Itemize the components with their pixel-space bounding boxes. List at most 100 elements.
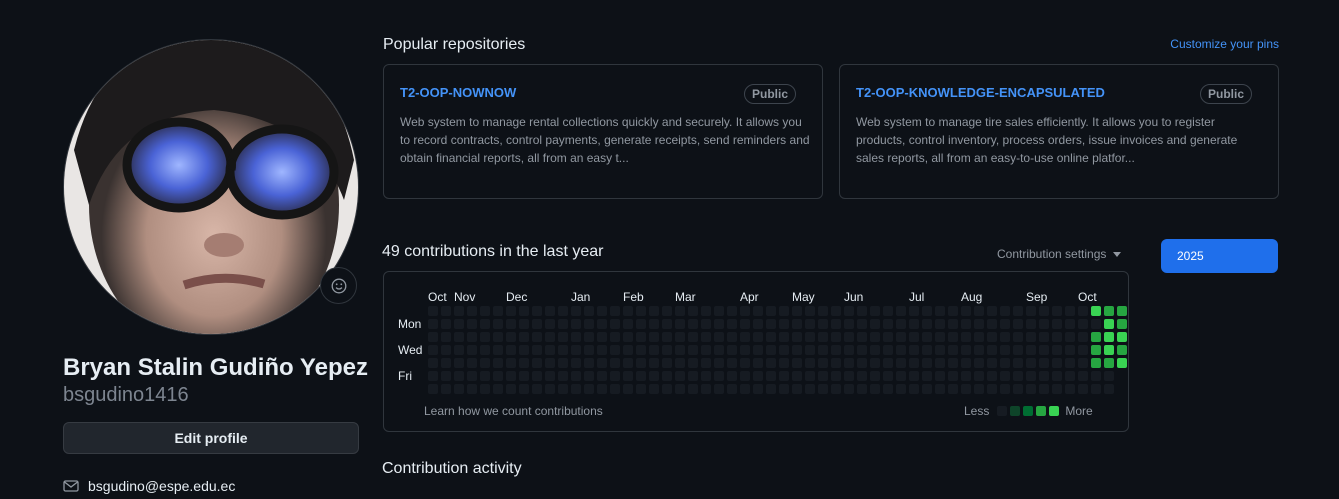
- contribution-day-cell[interactable]: [532, 345, 542, 355]
- contribution-day-cell[interactable]: [831, 319, 841, 329]
- contribution-day-cell[interactable]: [1013, 384, 1023, 394]
- contribution-day-cell[interactable]: [922, 306, 932, 316]
- contribution-day-cell[interactable]: [740, 306, 750, 316]
- contribution-day-cell[interactable]: [896, 345, 906, 355]
- contribution-day-cell[interactable]: [740, 319, 750, 329]
- contribution-day-cell[interactable]: [623, 358, 633, 368]
- contribution-day-cell[interactable]: [675, 384, 685, 394]
- contribution-day-cell[interactable]: [844, 371, 854, 381]
- contribution-day-cell[interactable]: [649, 358, 659, 368]
- contribution-day-cell[interactable]: [558, 332, 568, 342]
- contribution-day-cell[interactable]: [883, 319, 893, 329]
- contribution-day-cell[interactable]: [1065, 358, 1075, 368]
- contribution-day-cell[interactable]: [1091, 358, 1101, 368]
- contribution-day-cell[interactable]: [753, 332, 763, 342]
- contribution-day-cell[interactable]: [1039, 345, 1049, 355]
- contribution-day-cell[interactable]: [1104, 306, 1114, 316]
- contribution-day-cell[interactable]: [1065, 306, 1075, 316]
- contribution-day-cell[interactable]: [1000, 371, 1010, 381]
- contribution-day-cell[interactable]: [636, 345, 646, 355]
- contribution-day-cell[interactable]: [753, 371, 763, 381]
- contribution-day-cell[interactable]: [558, 306, 568, 316]
- contribution-day-cell[interactable]: [623, 371, 633, 381]
- repo-link[interactable]: T2-OOP-NOWNOW: [400, 85, 516, 100]
- contribution-day-cell[interactable]: [909, 358, 919, 368]
- contribution-day-cell[interactable]: [1039, 358, 1049, 368]
- contribution-day-cell[interactable]: [636, 306, 646, 316]
- contribution-day-cell[interactable]: [480, 319, 490, 329]
- contribution-day-cell[interactable]: [961, 306, 971, 316]
- contribution-day-cell[interactable]: [571, 345, 581, 355]
- contribution-day-cell[interactable]: [727, 332, 737, 342]
- contribution-day-cell[interactable]: [493, 332, 503, 342]
- contribution-day-cell[interactable]: [597, 358, 607, 368]
- contribution-day-cell[interactable]: [896, 319, 906, 329]
- contribution-day-cell[interactable]: [1117, 332, 1127, 342]
- contribution-day-cell[interactable]: [454, 371, 464, 381]
- contribution-day-cell[interactable]: [519, 345, 529, 355]
- contribution-day-cell[interactable]: [870, 345, 880, 355]
- contribution-day-cell[interactable]: [896, 358, 906, 368]
- contribution-day-cell[interactable]: [857, 319, 867, 329]
- contribution-day-cell[interactable]: [753, 358, 763, 368]
- contribution-day-cell[interactable]: [1000, 358, 1010, 368]
- contribution-day-cell[interactable]: [1039, 332, 1049, 342]
- contribution-day-cell[interactable]: [1052, 306, 1062, 316]
- contribution-day-cell[interactable]: [1117, 345, 1127, 355]
- contribution-day-cell[interactable]: [454, 319, 464, 329]
- contribution-day-cell[interactable]: [467, 332, 477, 342]
- contribution-day-cell[interactable]: [532, 358, 542, 368]
- contribution-day-cell[interactable]: [870, 332, 880, 342]
- contribution-day-cell[interactable]: [493, 306, 503, 316]
- contribution-day-cell[interactable]: [1000, 306, 1010, 316]
- contribution-day-cell[interactable]: [883, 384, 893, 394]
- contribution-day-cell[interactable]: [441, 319, 451, 329]
- contribution-day-cell[interactable]: [792, 384, 802, 394]
- contribution-day-cell[interactable]: [714, 345, 724, 355]
- contribution-day-cell[interactable]: [805, 319, 815, 329]
- contribution-day-cell[interactable]: [896, 384, 906, 394]
- contribution-day-cell[interactable]: [1091, 384, 1101, 394]
- contribution-day-cell[interactable]: [922, 358, 932, 368]
- contribution-day-cell[interactable]: [1104, 345, 1114, 355]
- contribution-day-cell[interactable]: [597, 319, 607, 329]
- contribution-day-cell[interactable]: [844, 384, 854, 394]
- contribution-day-cell[interactable]: [896, 371, 906, 381]
- learn-contributions-link[interactable]: Learn how we count contributions: [424, 404, 603, 418]
- contribution-day-cell[interactable]: [493, 384, 503, 394]
- contribution-day-cell[interactable]: [727, 345, 737, 355]
- contribution-day-cell[interactable]: [1039, 306, 1049, 316]
- contribution-day-cell[interactable]: [506, 332, 516, 342]
- contribution-day-cell[interactable]: [701, 332, 711, 342]
- contribution-day-cell[interactable]: [714, 371, 724, 381]
- contribution-day-cell[interactable]: [987, 358, 997, 368]
- contribution-day-cell[interactable]: [779, 319, 789, 329]
- contribution-day-cell[interactable]: [571, 306, 581, 316]
- contribution-day-cell[interactable]: [688, 371, 698, 381]
- contribution-day-cell[interactable]: [610, 358, 620, 368]
- contribution-day-cell[interactable]: [831, 345, 841, 355]
- contribution-day-cell[interactable]: [610, 306, 620, 316]
- contribution-day-cell[interactable]: [1026, 384, 1036, 394]
- contribution-day-cell[interactable]: [584, 332, 594, 342]
- contribution-day-cell[interactable]: [831, 358, 841, 368]
- repo-link[interactable]: T2-OOP-KNOWLEDGE-ENCAPSULATED: [856, 85, 1105, 100]
- contribution-day-cell[interactable]: [1026, 358, 1036, 368]
- contribution-day-cell[interactable]: [870, 319, 880, 329]
- contribution-day-cell[interactable]: [480, 371, 490, 381]
- contribution-day-cell[interactable]: [662, 306, 672, 316]
- contribution-day-cell[interactable]: [857, 358, 867, 368]
- contribution-day-cell[interactable]: [558, 319, 568, 329]
- contribution-day-cell[interactable]: [571, 371, 581, 381]
- contribution-day-cell[interactable]: [779, 384, 789, 394]
- contribution-day-cell[interactable]: [493, 345, 503, 355]
- contribution-day-cell[interactable]: [870, 306, 880, 316]
- contribution-day-cell[interactable]: [1013, 319, 1023, 329]
- contribution-day-cell[interactable]: [454, 306, 464, 316]
- contribution-day-cell[interactable]: [987, 384, 997, 394]
- contribution-day-cell[interactable]: [727, 371, 737, 381]
- contribution-day-cell[interactable]: [428, 345, 438, 355]
- contribution-day-cell[interactable]: [662, 332, 672, 342]
- profile-email[interactable]: bsgudino@espe.edu.ec: [63, 477, 235, 495]
- contribution-day-cell[interactable]: [805, 306, 815, 316]
